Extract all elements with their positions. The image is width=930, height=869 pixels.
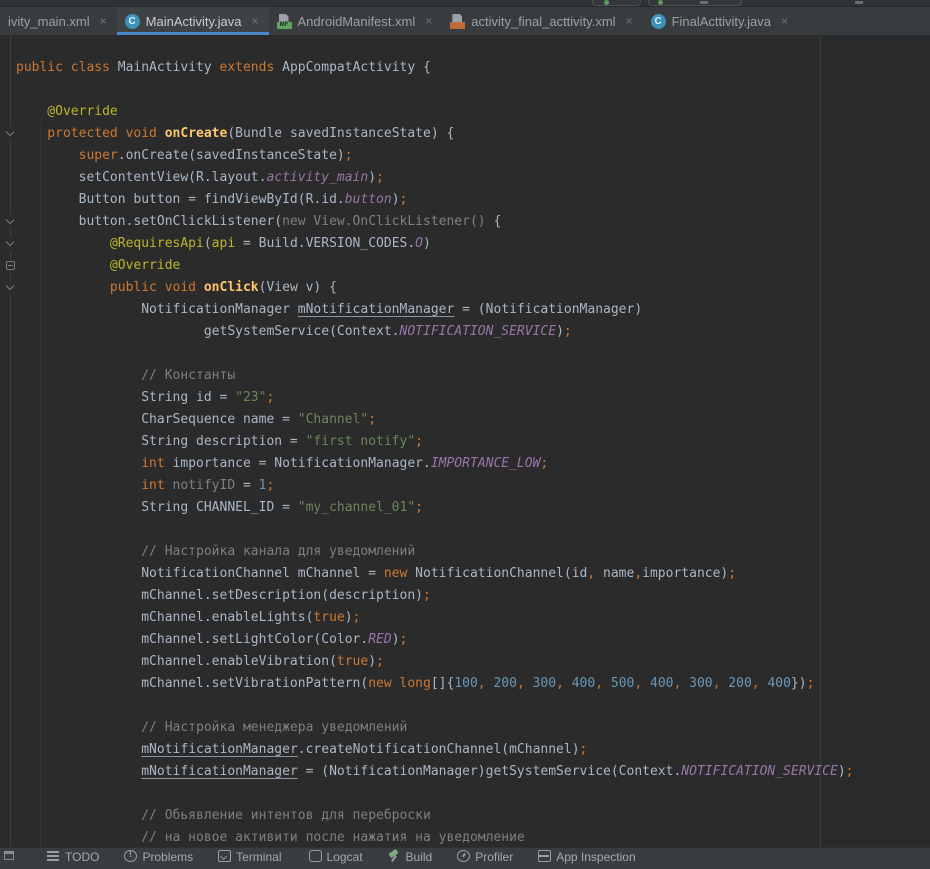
tool-window-label: Profiler xyxy=(475,850,513,864)
tab-close-icon[interactable]: × xyxy=(781,14,788,28)
tool-window-label: Problems xyxy=(142,850,193,864)
tool-window-stripe-icon[interactable] xyxy=(4,851,14,860)
toolbar-glyph xyxy=(700,1,708,4)
tool-window-label: TODO xyxy=(65,850,99,864)
fold-glyph xyxy=(6,128,14,136)
tab-close-icon[interactable]: × xyxy=(626,14,633,28)
fold-glyph xyxy=(6,282,14,290)
logcat-icon xyxy=(309,850,322,862)
tool-window-button-profiler[interactable]: Profiler xyxy=(457,850,513,864)
tool-window-bar: TODO Problems Terminal Logcat Build Profiler A… xyxy=(0,847,930,869)
fold-glyph xyxy=(6,238,14,246)
terminal-icon xyxy=(218,850,231,862)
editor-tab-strip: ivity_main.xml × C MainActivity.java × MF Andr… xyxy=(0,7,930,35)
code-text[interactable]: public class MainActivity extends AppCom… xyxy=(16,57,854,847)
layout-xml-icon xyxy=(450,14,465,29)
tab-label: activity_final_acttivity.xml xyxy=(471,14,615,29)
tool-window-button-logcat[interactable]: Logcat xyxy=(307,850,363,864)
problems-icon xyxy=(124,850,137,862)
fold-collapsed-icon[interactable] xyxy=(4,259,19,273)
run-icon xyxy=(604,0,609,5)
fold-glyph xyxy=(6,216,14,224)
code-editor[interactable]: public class MainActivity extends AppCom… xyxy=(0,35,930,847)
editor-tab-activity_final_acttivity.xml[interactable]: activity_final_acttivity.xml × xyxy=(442,7,642,35)
tab-close-icon[interactable]: × xyxy=(425,14,432,28)
run-status-icon xyxy=(658,0,663,5)
manifest-file-icon: MF xyxy=(277,14,292,29)
tab-label: ivity_main.xml xyxy=(8,14,90,29)
tool-window-label: Logcat xyxy=(327,850,363,864)
fold-glyph xyxy=(6,261,15,270)
main-toolbar-sliver xyxy=(0,0,930,7)
tool-window-button-problems[interactable]: Problems xyxy=(124,850,193,864)
tool-window-button-app-inspection[interactable]: App Inspection xyxy=(538,850,635,864)
tool-window-label: App Inspection xyxy=(556,850,635,864)
fold-chevron-icon[interactable] xyxy=(4,127,19,141)
tool-window-button-terminal[interactable]: Terminal xyxy=(218,850,281,864)
gutter-fold-line xyxy=(10,35,11,847)
editor-tab-MainActivity.java[interactable]: C MainActivity.java × xyxy=(117,7,269,35)
fold-chevron-icon[interactable] xyxy=(4,215,19,229)
fold-chevron-icon[interactable] xyxy=(4,281,19,295)
editor-tab-AndroidManifest.xml[interactable]: MF AndroidManifest.xml × xyxy=(269,7,443,35)
toolbar-glyph xyxy=(855,1,863,4)
tab-label: MainActivity.java xyxy=(146,14,242,29)
editor-tab-ivity_main.xml[interactable]: ivity_main.xml × xyxy=(0,7,117,35)
tool-window-label: Terminal xyxy=(236,850,281,864)
build-hammer-icon xyxy=(388,850,401,862)
editor-tab-FinalActtivity.java[interactable]: C FinalActtivity.java × xyxy=(643,7,798,35)
tool-window-label: Build xyxy=(406,850,433,864)
java-class-icon: C xyxy=(125,14,140,29)
todo-list-icon xyxy=(47,850,60,862)
tab-close-icon[interactable]: × xyxy=(100,14,107,28)
tab-label: AndroidManifest.xml xyxy=(298,14,416,29)
device-selector-button[interactable] xyxy=(592,0,641,6)
tab-label: FinalActtivity.java xyxy=(672,14,771,29)
tool-window-button-todo[interactable]: TODO xyxy=(47,850,99,864)
java-class-icon: C xyxy=(651,14,666,29)
app-inspection-icon xyxy=(538,850,551,862)
tab-close-icon[interactable]: × xyxy=(251,14,258,28)
fold-chevron-icon[interactable] xyxy=(4,237,19,251)
tool-window-button-build[interactable]: Build xyxy=(388,850,433,864)
profiler-icon xyxy=(457,850,470,862)
